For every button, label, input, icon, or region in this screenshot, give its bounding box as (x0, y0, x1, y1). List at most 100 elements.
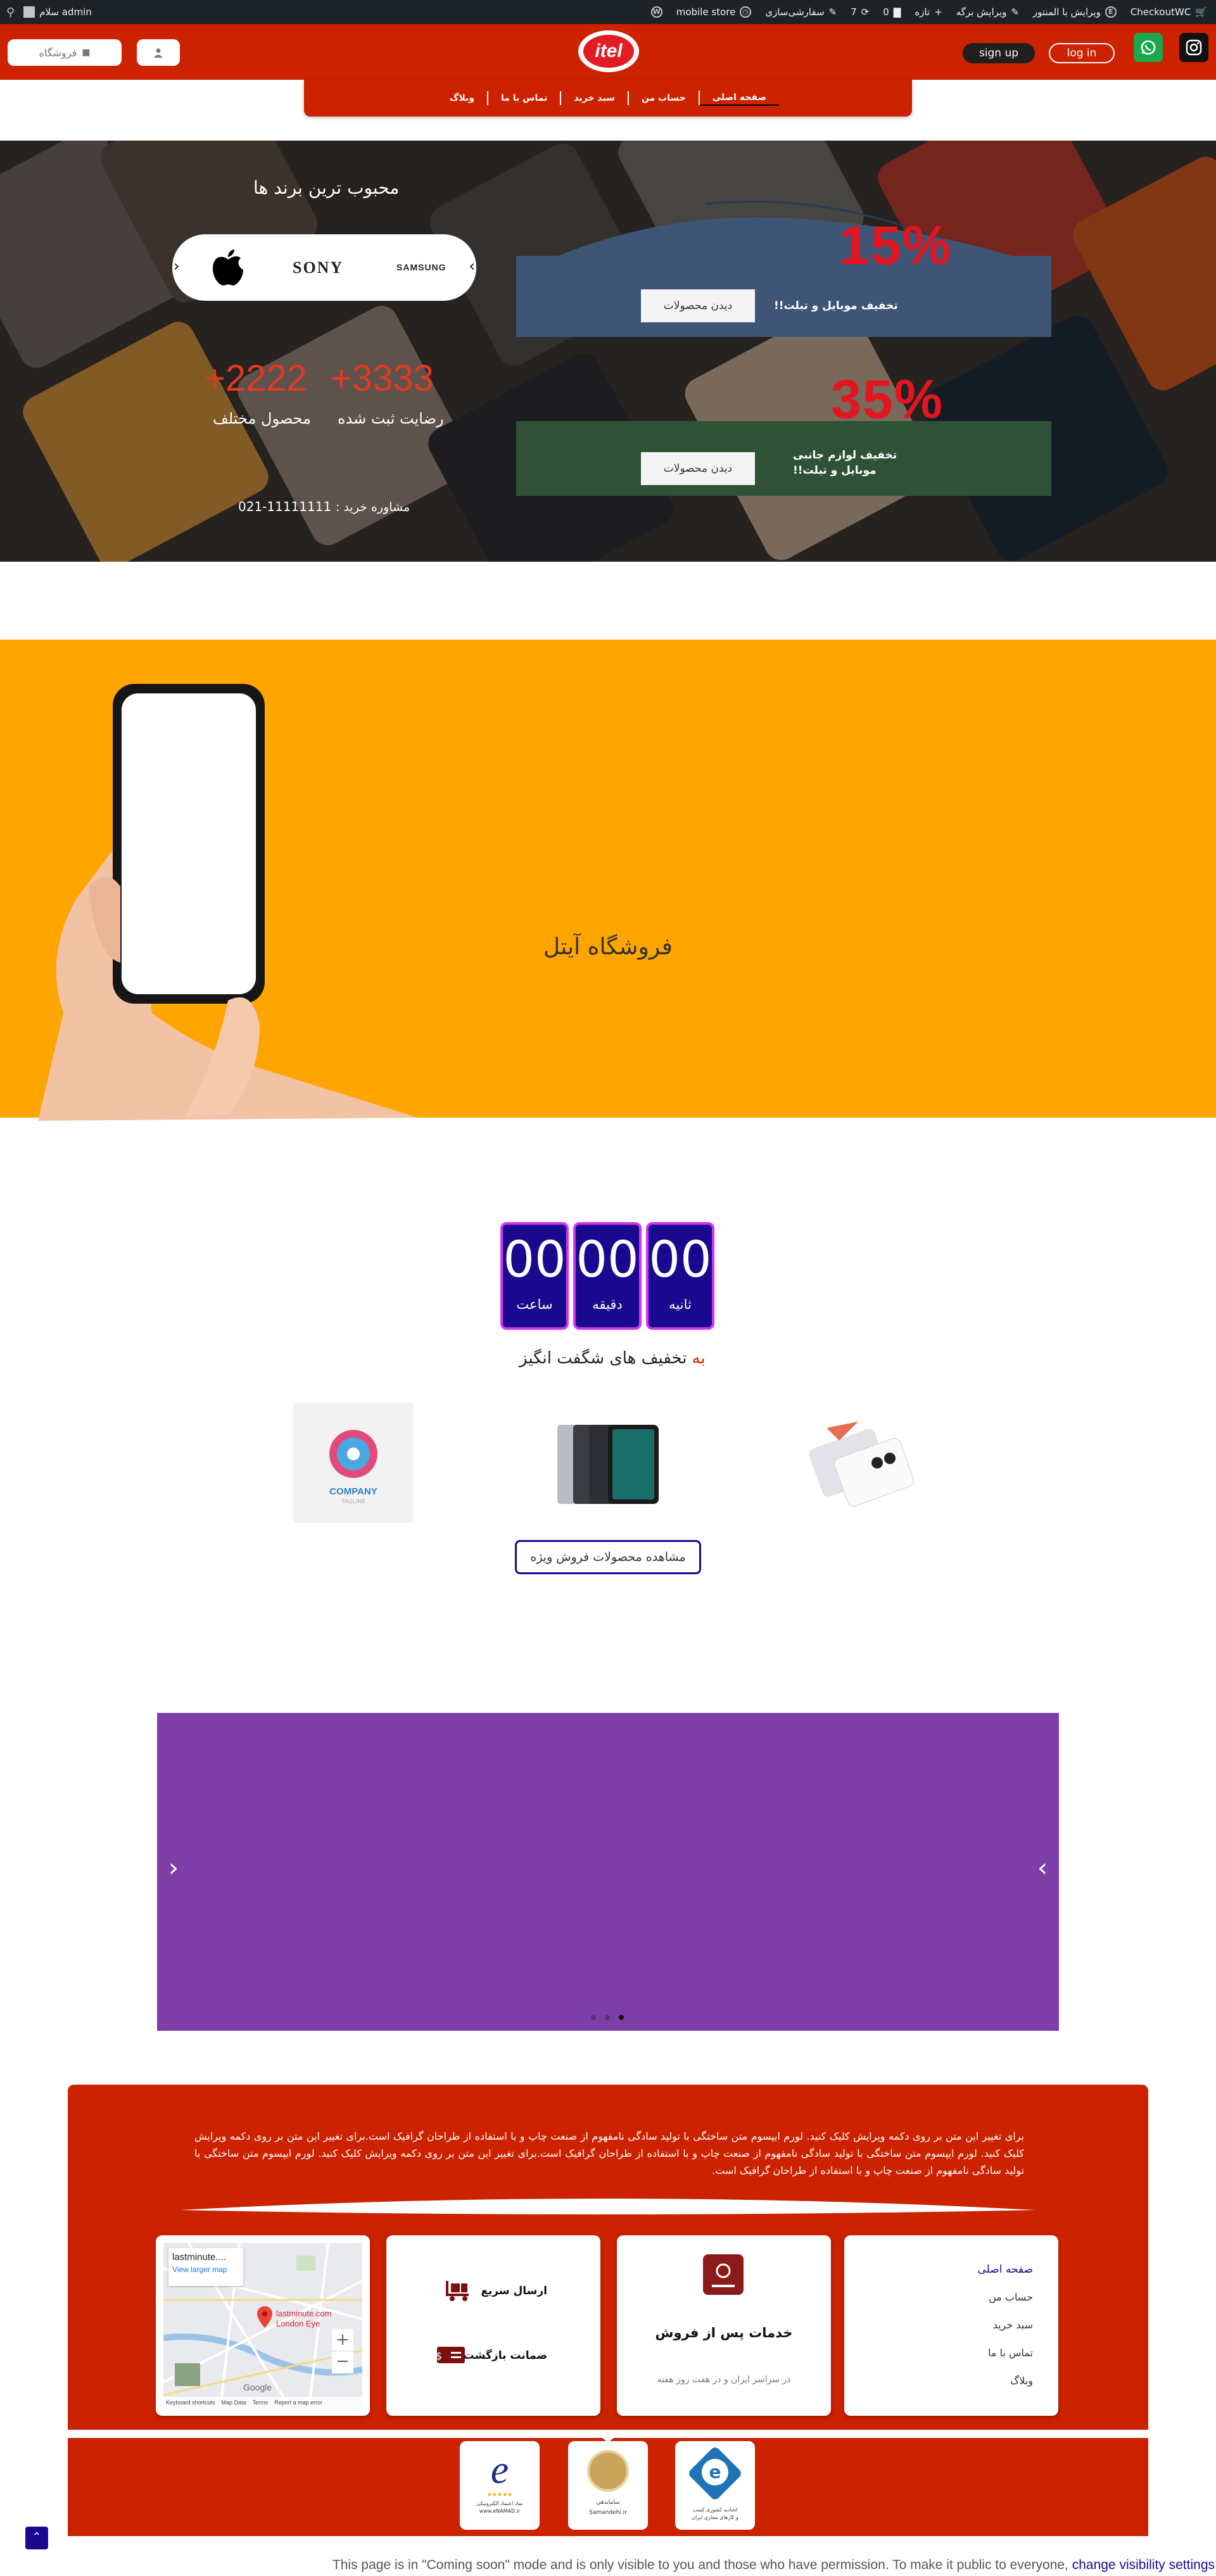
union-text-1: اتحادیه کشوری کسب (692, 2507, 738, 2513)
nav-item-blog[interactable]: وبلاگ (437, 91, 487, 105)
visibility-settings-link[interactable]: change visibility settings (1072, 2558, 1215, 2572)
nav-item-home[interactable]: صفحه اصلی (698, 91, 780, 106)
stat-value-satisfaction: +3333 (331, 358, 434, 399)
nav-item-contact[interactable]: تماس با ما (486, 91, 560, 105)
checkoutwc-link[interactable]: 🛒 CheckoutWC (1130, 6, 1207, 18)
footer-link-home[interactable]: صفحه اصلی (978, 2263, 1033, 2276)
enamad-stars: ★★★★★ (486, 2492, 513, 2498)
footer-paragraph: برای تغییر این متن بر روی دکمه ویرایش کل… (194, 2130, 1024, 2176)
enamad-logo-icon: e (490, 2447, 509, 2492)
customize-link[interactable]: ✎ سفارشی‌سازی (765, 6, 837, 18)
site-logo[interactable]: itel (578, 30, 639, 72)
new-content-menu[interactable]: + تازه (915, 6, 942, 18)
promo-accessories-button[interactable]: دیدن محصولات (641, 452, 755, 485)
map-info-box: lastminute.... View larger map (168, 2248, 243, 2286)
footer-service-card: خدمات پس از فروش در سراسر ایران و در هفت… (617, 2235, 831, 2416)
my-account-menu[interactable]: سلام admin (23, 6, 92, 18)
promo-swoosh (516, 200, 1051, 275)
footer-link-cart[interactable]: سبد خرید (993, 2319, 1033, 2331)
union-badge[interactable]: e اتحادیه کشوری کسب و کارهای مجازی ایران (675, 2441, 755, 2530)
map-pin-icon[interactable] (257, 2306, 272, 2328)
map-larger-link[interactable]: View larger map (172, 2265, 239, 2274)
map-zoom-in-button[interactable]: + (332, 2329, 353, 2351)
map-pin-label-1: lastminute.com (276, 2309, 332, 2318)
whatsapp-icon[interactable] (1134, 33, 1163, 62)
map-data-label: Map Data (221, 2399, 246, 2406)
feature-return-guarantee: ضمانت بازگشت (463, 2349, 547, 2362)
slider-next-icon[interactable]: › (1037, 1853, 1048, 1883)
countdown-hours-label: ساعت (516, 1297, 553, 1312)
samandehi-badge[interactable]: ساماندهی Samandehi.ir (568, 2441, 648, 2530)
promo-accessories-text-1: تخفیف لوازم جانبی (793, 449, 897, 462)
chevron-up-icon: ⌃ (32, 2530, 42, 2544)
product-phones-image[interactable] (801, 1403, 922, 1523)
image-slider: ‹ › (157, 1713, 1059, 2031)
edit-page-link[interactable]: ✎ ویرایش برگه (956, 6, 1019, 18)
slider-dot-active[interactable] (619, 2015, 624, 2020)
admin-greeting: سلام admin (39, 6, 92, 18)
map-report-link[interactable]: Report a map error (274, 2399, 322, 2406)
consult-phone: 021-11111111 (238, 499, 332, 514)
account-button[interactable] (137, 39, 180, 66)
product-company-logo[interactable]: COMPANY TAGLINE (293, 1403, 414, 1523)
map-keyboard-shortcuts[interactable]: Keyboard shortcuts (166, 2399, 215, 2406)
map-terms-link[interactable]: Terms (253, 2399, 269, 2406)
site-name-menu[interactable]: ◷ mobile store (676, 6, 752, 18)
updates-icon: ⟳ (861, 6, 870, 18)
product-tablets-image[interactable] (548, 1403, 668, 1523)
map-embed[interactable]: lastminute.... View larger map lastminut… (163, 2243, 362, 2408)
footer-link-blog[interactable]: وبلاگ (1010, 2375, 1033, 2387)
enamad-site: www.eNAMAD.ir (479, 2508, 521, 2514)
store-banner: فروشگاه آیتل (0, 640, 1216, 1121)
hand-phone-image (38, 684, 418, 1121)
updates-link[interactable]: ⟳ 7 (851, 6, 869, 18)
nav-item-my-account[interactable]: حساب من (627, 91, 699, 105)
footer-divider (180, 2199, 1036, 2214)
promo-mobile-percent: 15% (839, 215, 953, 276)
footer-link-account[interactable]: حساب من (989, 2291, 1033, 2303)
brands-carousel: ‹ › SONY SAMSUNG (172, 234, 476, 301)
view-deals-button[interactable]: مشاهده محصولات فروش ویژه (515, 1540, 701, 1574)
login-button[interactable]: log in (1049, 43, 1115, 63)
footer-links-card: صفحه اصلی حساب من سبد خرید تماس با ما وب… (844, 2235, 1058, 2416)
svg-text:$: $ (436, 2350, 442, 2362)
comments-link[interactable]: ▇ 0 (883, 6, 901, 18)
bag-icon: ■ (82, 47, 91, 58)
signup-button[interactable]: sign up (963, 43, 1035, 63)
map-footer-bar: Keyboard shortcuts Map Data Terms Report… (163, 2397, 362, 2408)
edit-elementor-link[interactable]: E ویرایش با المنتور (1033, 6, 1117, 18)
tablets-image (557, 1425, 659, 1504)
wordpress-logo-icon[interactable]: W (650, 6, 662, 18)
countdown-hours-value: 00 (503, 1232, 566, 1289)
enamad-text: نماد اعتماد الکترونیکی (476, 2501, 523, 2506)
service-subtitle: در سراسر ایران و در هفت روز هفته (657, 2375, 791, 2385)
enamad-badge[interactable]: e ★★★★★ نماد اعتماد الکترونیکی www.eNAMA… (460, 2441, 540, 2530)
admin-bar: ⚲ سلام admin W ◷ mobile store ✎ سفارشی‌ساز… (0, 0, 1216, 24)
slider-dot[interactable] (591, 2015, 596, 2020)
countdown-seconds-label: ثانیه (669, 1297, 692, 1312)
money-icon: $ (436, 2347, 465, 2363)
user-icon (154, 48, 163, 58)
coming-soon-notice: This page is in "Coming soon" mode and i… (0, 2554, 1216, 2576)
store-title: فروشگاه آیتل (543, 934, 673, 960)
cart-icon: 🛒 (1195, 6, 1207, 18)
promo-mobile-button[interactable]: دیدن محصولات (641, 289, 755, 322)
scroll-top-button[interactable]: ⌃ (25, 2527, 48, 2549)
carousel-next-icon[interactable]: › (469, 257, 475, 275)
footer-map-card: lastminute.... View larger map lastminut… (156, 2235, 370, 2416)
brand-samsung: SAMSUNG (396, 262, 446, 272)
map-zoom-out-button[interactable]: − (332, 2352, 353, 2373)
search-icon[interactable]: ⚲ (6, 6, 15, 19)
nav-item-cart[interactable]: سبد خرید (560, 91, 628, 105)
comment-icon: ▇ (893, 6, 901, 18)
shop-button[interactable]: ■ فروشگاه (8, 39, 122, 66)
promo-accessories-text-2: موبایل و تبلت!! (793, 464, 877, 477)
slider-dot[interactable] (605, 2015, 610, 2020)
footer-link-contact[interactable]: تماس با ما (988, 2347, 1033, 2359)
slider-prev-icon[interactable]: ‹ (168, 1853, 179, 1883)
promo-accessories-percent: 35% (831, 369, 944, 430)
carousel-prev-icon[interactable]: ‹ (174, 257, 180, 275)
logo-text: itel (595, 41, 623, 61)
brands-title: محبوب ترین برند ها (253, 177, 400, 198)
instagram-icon[interactable] (1179, 33, 1208, 62)
